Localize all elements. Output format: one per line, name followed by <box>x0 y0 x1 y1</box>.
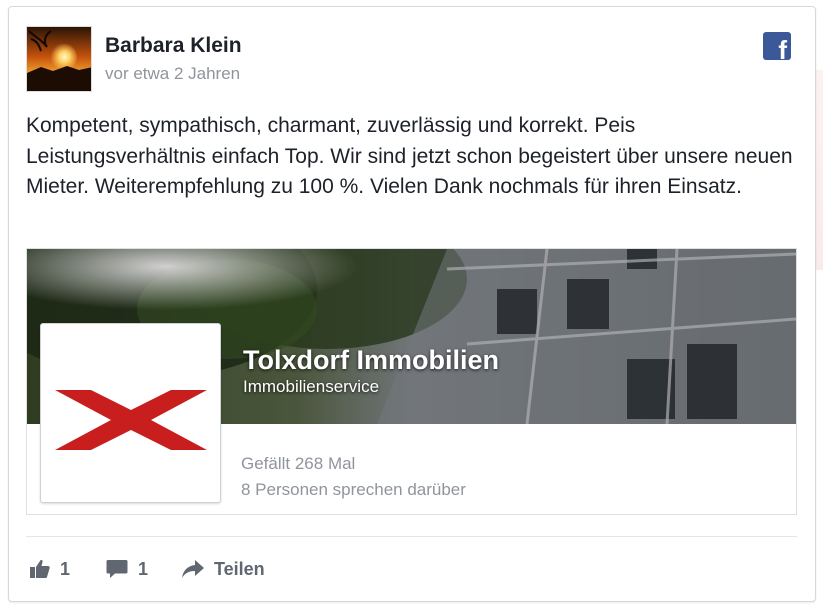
avatar-sunset-image <box>27 27 91 91</box>
share-label: Teilen <box>214 558 265 579</box>
post-timestamp[interactable]: vor etwa 2 Jahren <box>105 64 240 84</box>
avatar[interactable] <box>26 26 92 92</box>
page-likes-count: Gefällt 268 Mal <box>241 454 356 473</box>
page-logo[interactable] <box>40 323 221 503</box>
page-preview-card[interactable]: Tolxdorf Immobilien Immobilienservice Ge… <box>26 248 797 515</box>
like-button[interactable]: 1 <box>30 555 70 583</box>
comment-count: 1 <box>138 558 149 579</box>
thumbs-up-icon <box>30 559 50 578</box>
page-name[interactable]: Tolxdorf Immobilien <box>243 345 499 376</box>
page-talking-about: 8 Personen sprechen darüber <box>241 480 466 499</box>
facebook-icon[interactable]: f <box>763 32 791 63</box>
share-button[interactable]: Teilen <box>182 555 265 583</box>
comment-icon <box>106 560 128 578</box>
like-count: 1 <box>60 558 71 579</box>
post-header: Barbara Klein vor etwa 2 Jahren f <box>26 26 795 92</box>
author-name[interactable]: Barbara Klein <box>105 34 242 58</box>
share-arrow-icon <box>182 560 204 578</box>
facebook-post-card: Barbara Klein vor etwa 2 Jahren f Kompet… <box>8 6 816 602</box>
post-text: Kompetent, sympathisch, charmant, zuverl… <box>26 114 793 198</box>
red-x-logo-icon <box>55 390 207 450</box>
actions-divider <box>26 536 797 537</box>
comment-button[interactable]: 1 <box>106 555 148 583</box>
page-category: Immobilienservice <box>243 377 380 396</box>
